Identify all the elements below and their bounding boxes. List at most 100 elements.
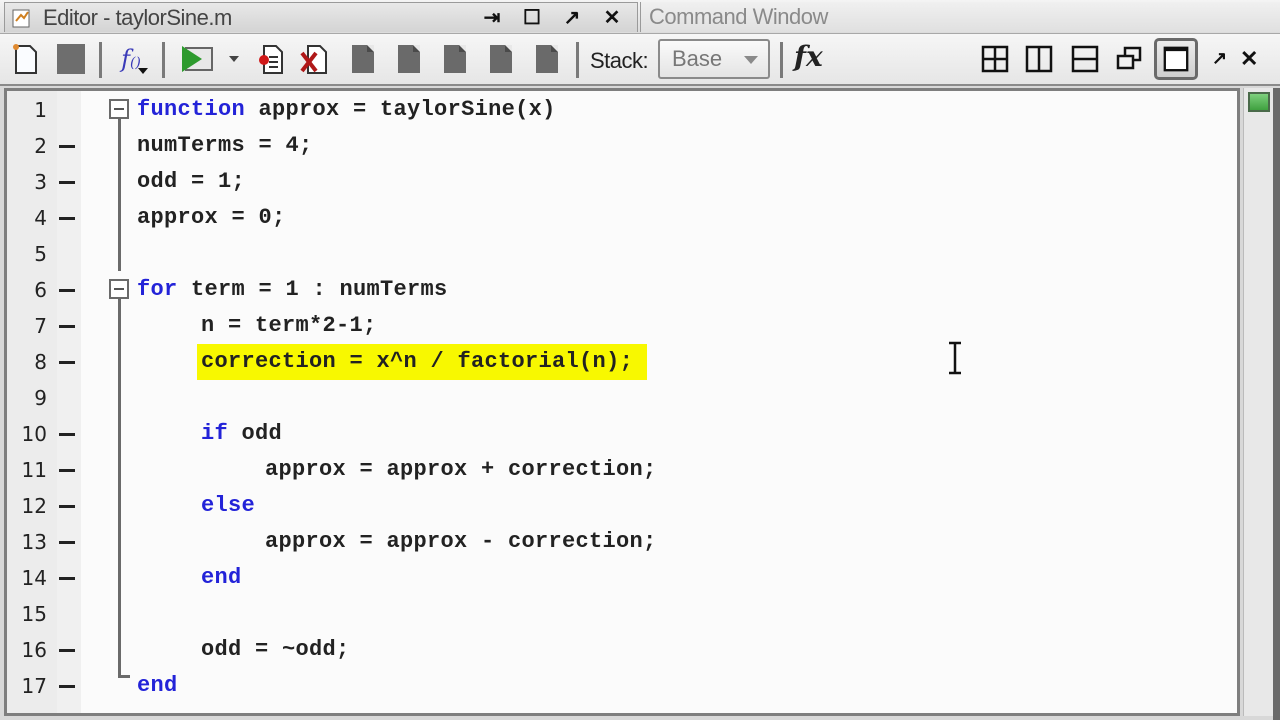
fold-toggle-for[interactable] [109, 279, 129, 299]
code-line[interactable]: 12 else [7, 488, 1237, 524]
breakpoint-dash-marker[interactable] [59, 289, 75, 292]
code-token: approx = approx + correction; [265, 457, 657, 482]
breakpoint-dash-marker[interactable] [59, 469, 75, 472]
code-line[interactable]: 10 if odd [7, 416, 1237, 452]
code-line[interactable]: 5 [7, 236, 1237, 272]
editor-document-icon [11, 7, 33, 29]
step-out-button[interactable] [438, 42, 472, 76]
code-text: for term = 1 : numTerms [137, 272, 448, 308]
code-line[interactable]: 8 correction = x^n / factorial(n); [7, 344, 1237, 380]
code-line[interactable]: 14 end [7, 560, 1237, 596]
code-token: odd = ~odd; [201, 637, 350, 662]
code-line[interactable]: 6 for term = 1 : numTerms [7, 272, 1237, 308]
split-columns-icon [1025, 45, 1053, 73]
code-line[interactable]: 2 numTerms = 4; [7, 128, 1237, 164]
code-text: n = term*2-1; [201, 308, 377, 344]
breakpoint-dash-marker[interactable] [59, 145, 75, 148]
breakpoint-dash-marker[interactable] [59, 433, 75, 436]
fold-toggle-function[interactable] [109, 99, 129, 119]
exit-debug-icon [536, 45, 558, 73]
vertical-scroll-strip[interactable] [1243, 88, 1273, 716]
close-icon[interactable]: ✕ [601, 5, 623, 29]
save-icon [57, 44, 85, 74]
breakpoint-dash-marker[interactable] [59, 217, 75, 220]
chevron-down-icon [744, 56, 758, 64]
code-token: odd = 1; [137, 169, 246, 194]
line-number: 5 [34, 242, 47, 266]
clear-breakpoints-button[interactable] [298, 42, 332, 76]
close-icon[interactable]: ✕ [1240, 46, 1258, 72]
fold-guide-for [118, 299, 121, 675]
command-window-tab[interactable]: Command Window [640, 2, 1280, 32]
set-breakpoint-button[interactable] [254, 42, 288, 76]
line-number: 12 [21, 494, 47, 518]
grid-2x2-icon [981, 45, 1009, 73]
code-text: end [137, 668, 178, 704]
breakpoint-dash-marker[interactable] [59, 541, 75, 544]
window-edge [1273, 88, 1280, 720]
line-number: 8 [34, 350, 47, 374]
fx-function-browser-button[interactable]: fx [794, 40, 823, 73]
editor-tab[interactable]: Editor - taylorSine.m ⇥ ☐ ↗ ✕ [4, 2, 638, 32]
code-line[interactable]: 13 approx = approx - correction; [7, 524, 1237, 560]
breakpoint-dash-marker[interactable] [59, 577, 75, 580]
exit-debug-button[interactable] [530, 42, 564, 76]
undock-icon[interactable]: ↗ [561, 5, 583, 29]
breakpoint-dash-marker[interactable] [59, 685, 75, 688]
stack-label: Stack: [590, 48, 649, 73]
code-text: approx = 0; [137, 200, 286, 236]
new-file-button[interactable] [8, 42, 42, 76]
float-windows-icon [1116, 46, 1142, 70]
split-columns-button[interactable] [1024, 44, 1054, 74]
run-button[interactable] [180, 42, 214, 76]
stack-select[interactable]: Base [658, 39, 770, 79]
single-layout-button[interactable] [1154, 38, 1198, 80]
line-number: 3 [34, 170, 47, 194]
code-line[interactable]: 1 function approx = taylorSine(x) [7, 92, 1237, 128]
code-analyzer-status-icon[interactable] [1248, 92, 1270, 112]
line-number: 13 [21, 530, 47, 554]
split-rows-button[interactable] [1070, 44, 1100, 74]
code-token: odd [228, 421, 283, 446]
code-line[interactable]: 15 [7, 596, 1237, 632]
fold-end-marker [118, 675, 130, 678]
maximize-icon[interactable]: ☐ [521, 5, 543, 29]
breakpoint-dash-marker[interactable] [59, 505, 75, 508]
command-window-title: Command Window [649, 4, 828, 29]
float-windows-button[interactable] [1114, 44, 1144, 74]
tile-2x2-button[interactable] [980, 44, 1010, 74]
breakpoint-dash-marker[interactable] [59, 649, 75, 652]
undock-icon[interactable]: ↗ [1212, 48, 1227, 69]
code-text: approx = approx + correction; [265, 452, 657, 488]
code-line[interactable]: 16 odd = ~odd; [7, 632, 1237, 668]
code-line[interactable]: 9 [7, 380, 1237, 416]
continue-button[interactable] [484, 42, 518, 76]
keyword: end [201, 565, 242, 590]
save-button[interactable] [54, 42, 88, 76]
keyword: if [201, 421, 229, 446]
insert-function-button[interactable]: f() [114, 42, 148, 76]
code-text: odd = 1; [137, 164, 245, 200]
line-number: 9 [34, 386, 47, 410]
step-in-button[interactable] [392, 42, 426, 76]
code-editor[interactable]: 1 function approx = taylorSine(x) 2 numTerm… [4, 88, 1240, 716]
new-file-icon [13, 44, 37, 74]
code-line[interactable]: 3 odd = 1; [7, 164, 1237, 200]
continue-icon [490, 45, 512, 73]
code-line[interactable]: 17 end [7, 668, 1237, 704]
code-text: function approx = taylorSine(x) [137, 92, 556, 128]
breakpoint-dash-marker[interactable] [59, 181, 75, 184]
dropdown-arrow-icon [138, 68, 148, 74]
toolbar-separator [99, 42, 102, 78]
breakpoint-dash-marker[interactable] [59, 361, 75, 364]
code-line[interactable]: 4 approx = 0; [7, 200, 1237, 236]
step-button[interactable] [346, 42, 380, 76]
line-number: 14 [21, 566, 47, 590]
toolbar-separator [162, 42, 165, 78]
breakpoint-dash-marker[interactable] [59, 325, 75, 328]
run-options-button[interactable] [224, 42, 244, 76]
dock-icon[interactable]: ⇥ [481, 5, 503, 29]
code-line[interactable]: 11 approx = approx + correction; [7, 452, 1237, 488]
dropdown-arrow-icon [229, 56, 239, 62]
code-line[interactable]: 7 n = term*2-1; [7, 308, 1237, 344]
